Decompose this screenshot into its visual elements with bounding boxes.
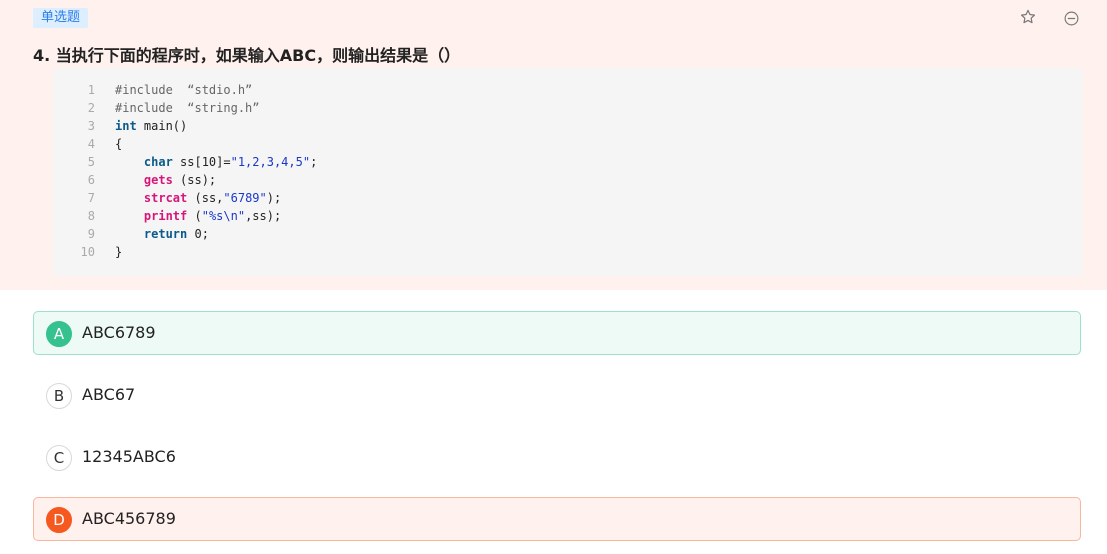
option-c[interactable]: C 12345ABC6: [33, 435, 1081, 479]
option-text: ABC6789: [82, 323, 156, 342]
line-number: 2: [87, 101, 95, 115]
option-letter-badge: C: [46, 445, 72, 471]
code-token: gets: [143, 173, 173, 187]
question-panel: 单选题 4. 当执行下面的程序时，如果输入ABC，则输出结果是（） 1 #incl…: [0, 0, 1107, 290]
code-line: 4{: [53, 135, 122, 153]
code-line: 3 int main(): [53, 117, 188, 135]
option-letter-badge: A: [46, 321, 72, 347]
code-token: "1,2,3,4,5": [230, 155, 311, 169]
code-line: 1 #include “stdio.h”: [53, 81, 253, 99]
code-text: }: [115, 243, 122, 261]
code-text: return 0;: [115, 225, 209, 243]
code-token: int: [115, 119, 137, 133]
code-token: char: [143, 155, 173, 169]
code-token: ,ss);: [245, 209, 282, 223]
code-token: "%s\n": [201, 209, 246, 223]
code-line: 5 char ss[10]="1,2,3,4,5";: [53, 153, 318, 171]
line-number: 6: [87, 173, 95, 187]
question-title: 4. 当执行下面的程序时，如果输入ABC，则输出结果是（）: [33, 46, 461, 65]
code-text: #include “stdio.h”: [115, 81, 252, 99]
option-text: ABC67: [82, 385, 136, 404]
code-text: {: [115, 135, 122, 153]
code-text: gets (ss);: [115, 171, 216, 189]
code-token: ss[10]=: [172, 155, 231, 169]
code-token: (ss,: [187, 191, 224, 205]
option-d[interactable]: D ABC456789: [33, 497, 1081, 541]
option-text: ABC456789: [82, 509, 176, 528]
code-token: return: [143, 227, 188, 241]
line-number: 10: [80, 245, 95, 259]
code-token: 0;: [187, 227, 209, 241]
minus-circle-icon[interactable]: [1061, 8, 1081, 28]
code-token: #include “stdio.h”: [115, 83, 253, 97]
code-token: }: [115, 245, 123, 259]
option-text: 12345ABC6: [82, 447, 176, 466]
code-token: #include “string.h”: [115, 101, 260, 115]
code-text: strcat (ss,"6789");: [115, 189, 281, 207]
code-line: 8 printf ("%s\n",ss);: [53, 207, 281, 225]
code-line: 9 return 0;: [53, 225, 209, 243]
code-token: "6789": [223, 191, 267, 205]
code-token: {: [115, 137, 123, 151]
line-number: 3: [87, 119, 95, 133]
question-type-tag: 单选题: [33, 8, 89, 28]
code-line: 2 #include “string.h”: [53, 99, 260, 117]
code-token: strcat: [143, 191, 188, 205]
star-icon[interactable]: [1018, 7, 1038, 27]
line-number: 9: [87, 227, 95, 241]
code-token: ;: [310, 155, 318, 169]
line-number: 4: [87, 137, 95, 151]
line-number: 1: [87, 83, 95, 97]
code-line: 7 strcat (ss,"6789");: [53, 189, 281, 207]
code-text: printf ("%s\n",ss);: [115, 207, 281, 225]
code-text: #include “string.h”: [115, 99, 260, 117]
code-token: );: [266, 191, 282, 205]
option-b[interactable]: B ABC67: [33, 373, 1081, 417]
code-token: main(): [136, 119, 188, 133]
code-block: 1 #include “stdio.h” 2 #include “string.h” 3…: [53, 68, 1083, 276]
code-line: 6 gets (ss);: [53, 171, 216, 189]
option-letter-badge: B: [46, 383, 72, 409]
line-number: 8: [87, 209, 95, 223]
code-text: int main(): [115, 117, 187, 135]
code-text: char ss[10]="1,2,3,4,5";: [115, 153, 317, 171]
option-a[interactable]: A ABC6789: [33, 311, 1081, 355]
line-number: 7: [87, 191, 95, 205]
code-token: (: [187, 209, 202, 223]
option-letter-badge: D: [46, 507, 72, 533]
code-line: 10}: [53, 243, 123, 261]
code-token: (ss);: [172, 173, 217, 187]
code-token: printf: [143, 209, 188, 223]
line-number: 5: [87, 155, 95, 169]
